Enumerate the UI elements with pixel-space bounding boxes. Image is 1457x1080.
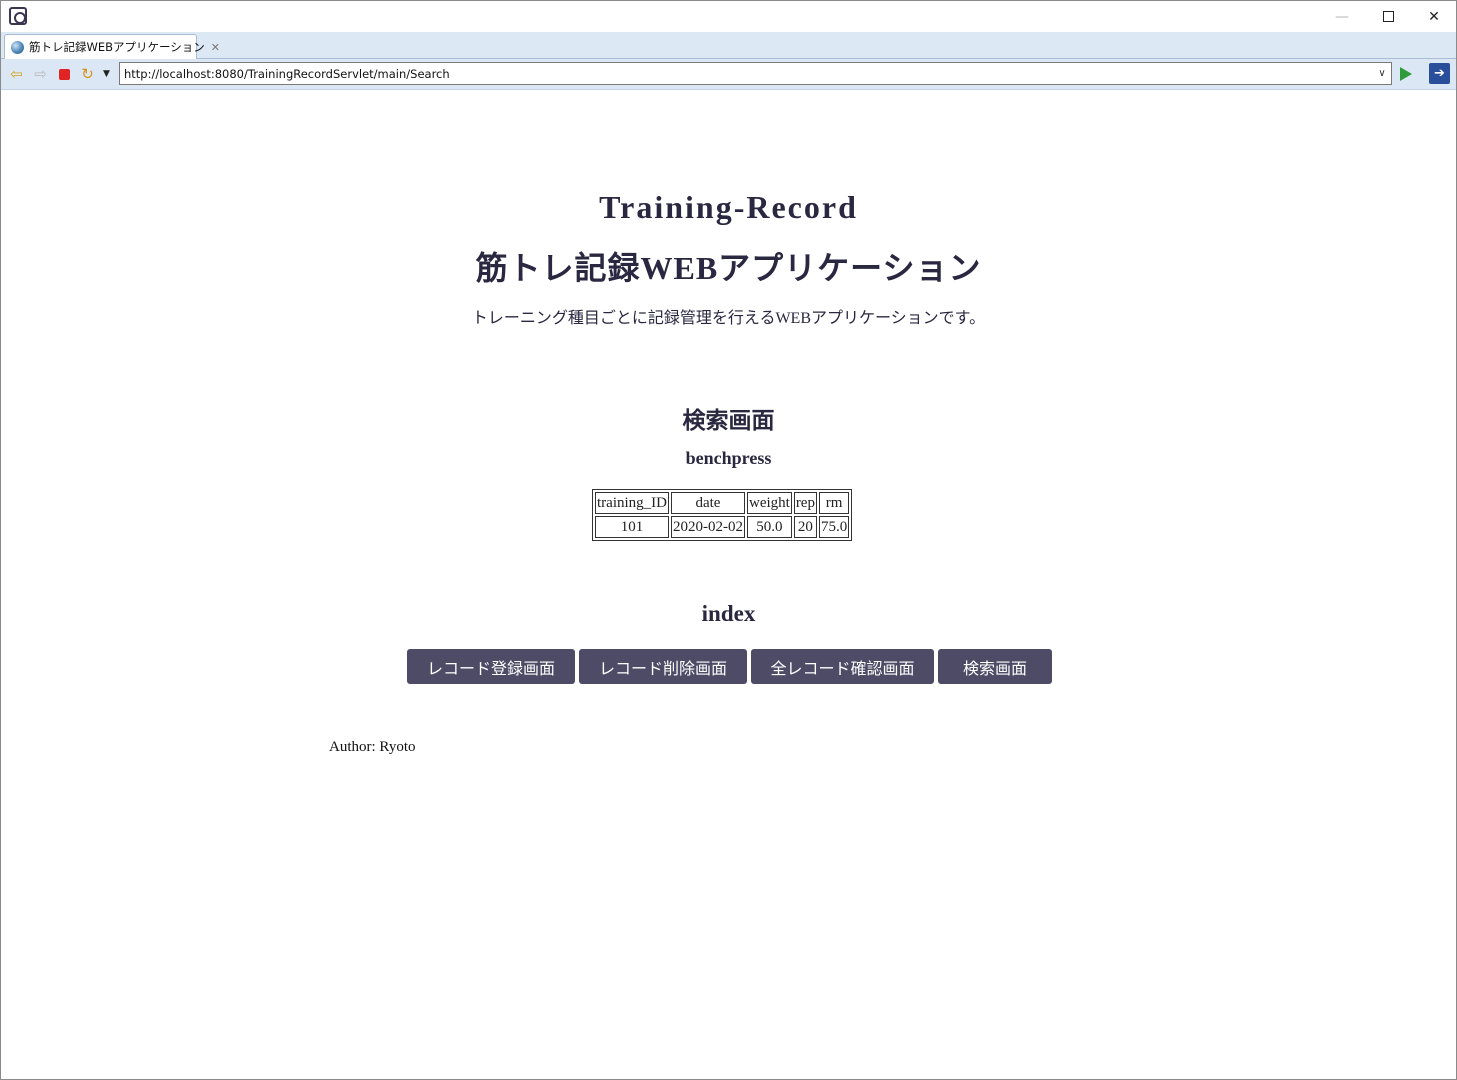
page-title-jp: 筋トレ記録WEBアプリケーション xyxy=(475,250,982,286)
maximize-icon xyxy=(1382,11,1394,22)
table-row: 101 2020-02-02 50.0 20 75.0 xyxy=(595,516,850,538)
back-arrow-icon[interactable]: ⇦ xyxy=(8,66,25,83)
url-history-chevron-icon[interactable]: ∨ xyxy=(1373,68,1391,79)
author-text: Author: Ryoto xyxy=(329,739,416,755)
web-page: Training-Record 筋トレ記録WEBアプリケーション トレーニング種… xyxy=(2,91,1455,1079)
table-cell: 75.0 xyxy=(818,516,850,538)
globe-icon xyxy=(11,40,24,54)
editor-tab-row: 筋トレ記録WEBアプリケーション ✕ xyxy=(1,32,1456,79)
tab-close-icon[interactable]: ✕ xyxy=(211,41,220,54)
record-table: training_ID date weight rep rm 101 2020-… xyxy=(592,489,853,541)
minimize-button[interactable]: — xyxy=(1319,1,1365,32)
table-cell: 101 xyxy=(595,516,669,538)
page-description: トレーニング種目ごとに記録管理を行えるWEBアプリケーションです。 xyxy=(471,310,986,327)
tab-label: 筋トレ記録WEBアプリケーション xyxy=(29,40,205,54)
page-title-en: Training-Record xyxy=(599,189,858,225)
table-cell: 20 xyxy=(793,516,817,538)
table-header: date xyxy=(670,492,745,514)
record-delete-button[interactable]: レコード削除画面 xyxy=(579,649,747,684)
url-bar[interactable]: http://localhost:8080/TrainingRecordServ… xyxy=(119,62,1392,85)
browser-toolbar: ⇦ ⇨ ↻ ▼ http://localhost:8080/TrainingRe… xyxy=(1,59,1456,90)
table-header: training_ID xyxy=(595,492,669,514)
refresh-icon[interactable]: ↻ xyxy=(79,66,96,83)
eclipse-app-icon[interactable] xyxy=(9,7,27,25)
nav-button-row: レコード登録画面 レコード削除画面 全レコード確認画面 検索画面 xyxy=(407,649,1052,684)
url-input[interactable]: http://localhost:8080/TrainingRecordServ… xyxy=(124,67,1373,81)
index-heading: index xyxy=(701,601,756,626)
external-browser-icon[interactable]: ➔ xyxy=(1429,63,1450,84)
all-records-button[interactable]: 全レコード確認画面 xyxy=(751,649,934,684)
table-header: rm xyxy=(818,492,850,514)
toolbar-dropdown-icon[interactable]: ▼ xyxy=(98,66,115,83)
table-cell: 50.0 xyxy=(746,516,792,538)
browser-window: — ✕ 筋トレ記録WEBアプリケーション ✕ ⇦ ⇨ ↻ ▼ http://lo… xyxy=(0,0,1457,1080)
search-page-button[interactable]: 検索画面 xyxy=(938,649,1052,684)
table-header: weight xyxy=(746,492,792,514)
minimize-icon: — xyxy=(1335,8,1349,25)
close-icon: ✕ xyxy=(1428,8,1440,25)
maximize-button[interactable] xyxy=(1365,1,1411,32)
forward-arrow-icon[interactable]: ⇨ xyxy=(32,66,49,83)
table-cell: 2020-02-02 xyxy=(670,516,745,538)
table-header: rep xyxy=(793,492,817,514)
record-register-button[interactable]: レコード登録画面 xyxy=(407,649,575,684)
go-icon[interactable] xyxy=(1400,67,1412,81)
stop-icon[interactable] xyxy=(56,66,73,83)
search-heading: 検索画面 xyxy=(682,408,775,433)
title-bar: — ✕ xyxy=(1,1,1456,32)
close-window-button[interactable]: ✕ xyxy=(1411,1,1457,32)
exercise-heading: benchpress xyxy=(685,448,772,468)
browser-tab[interactable]: 筋トレ記録WEBアプリケーション ✕ xyxy=(4,34,220,59)
table-header-row: training_ID date weight rep rm xyxy=(595,492,850,514)
